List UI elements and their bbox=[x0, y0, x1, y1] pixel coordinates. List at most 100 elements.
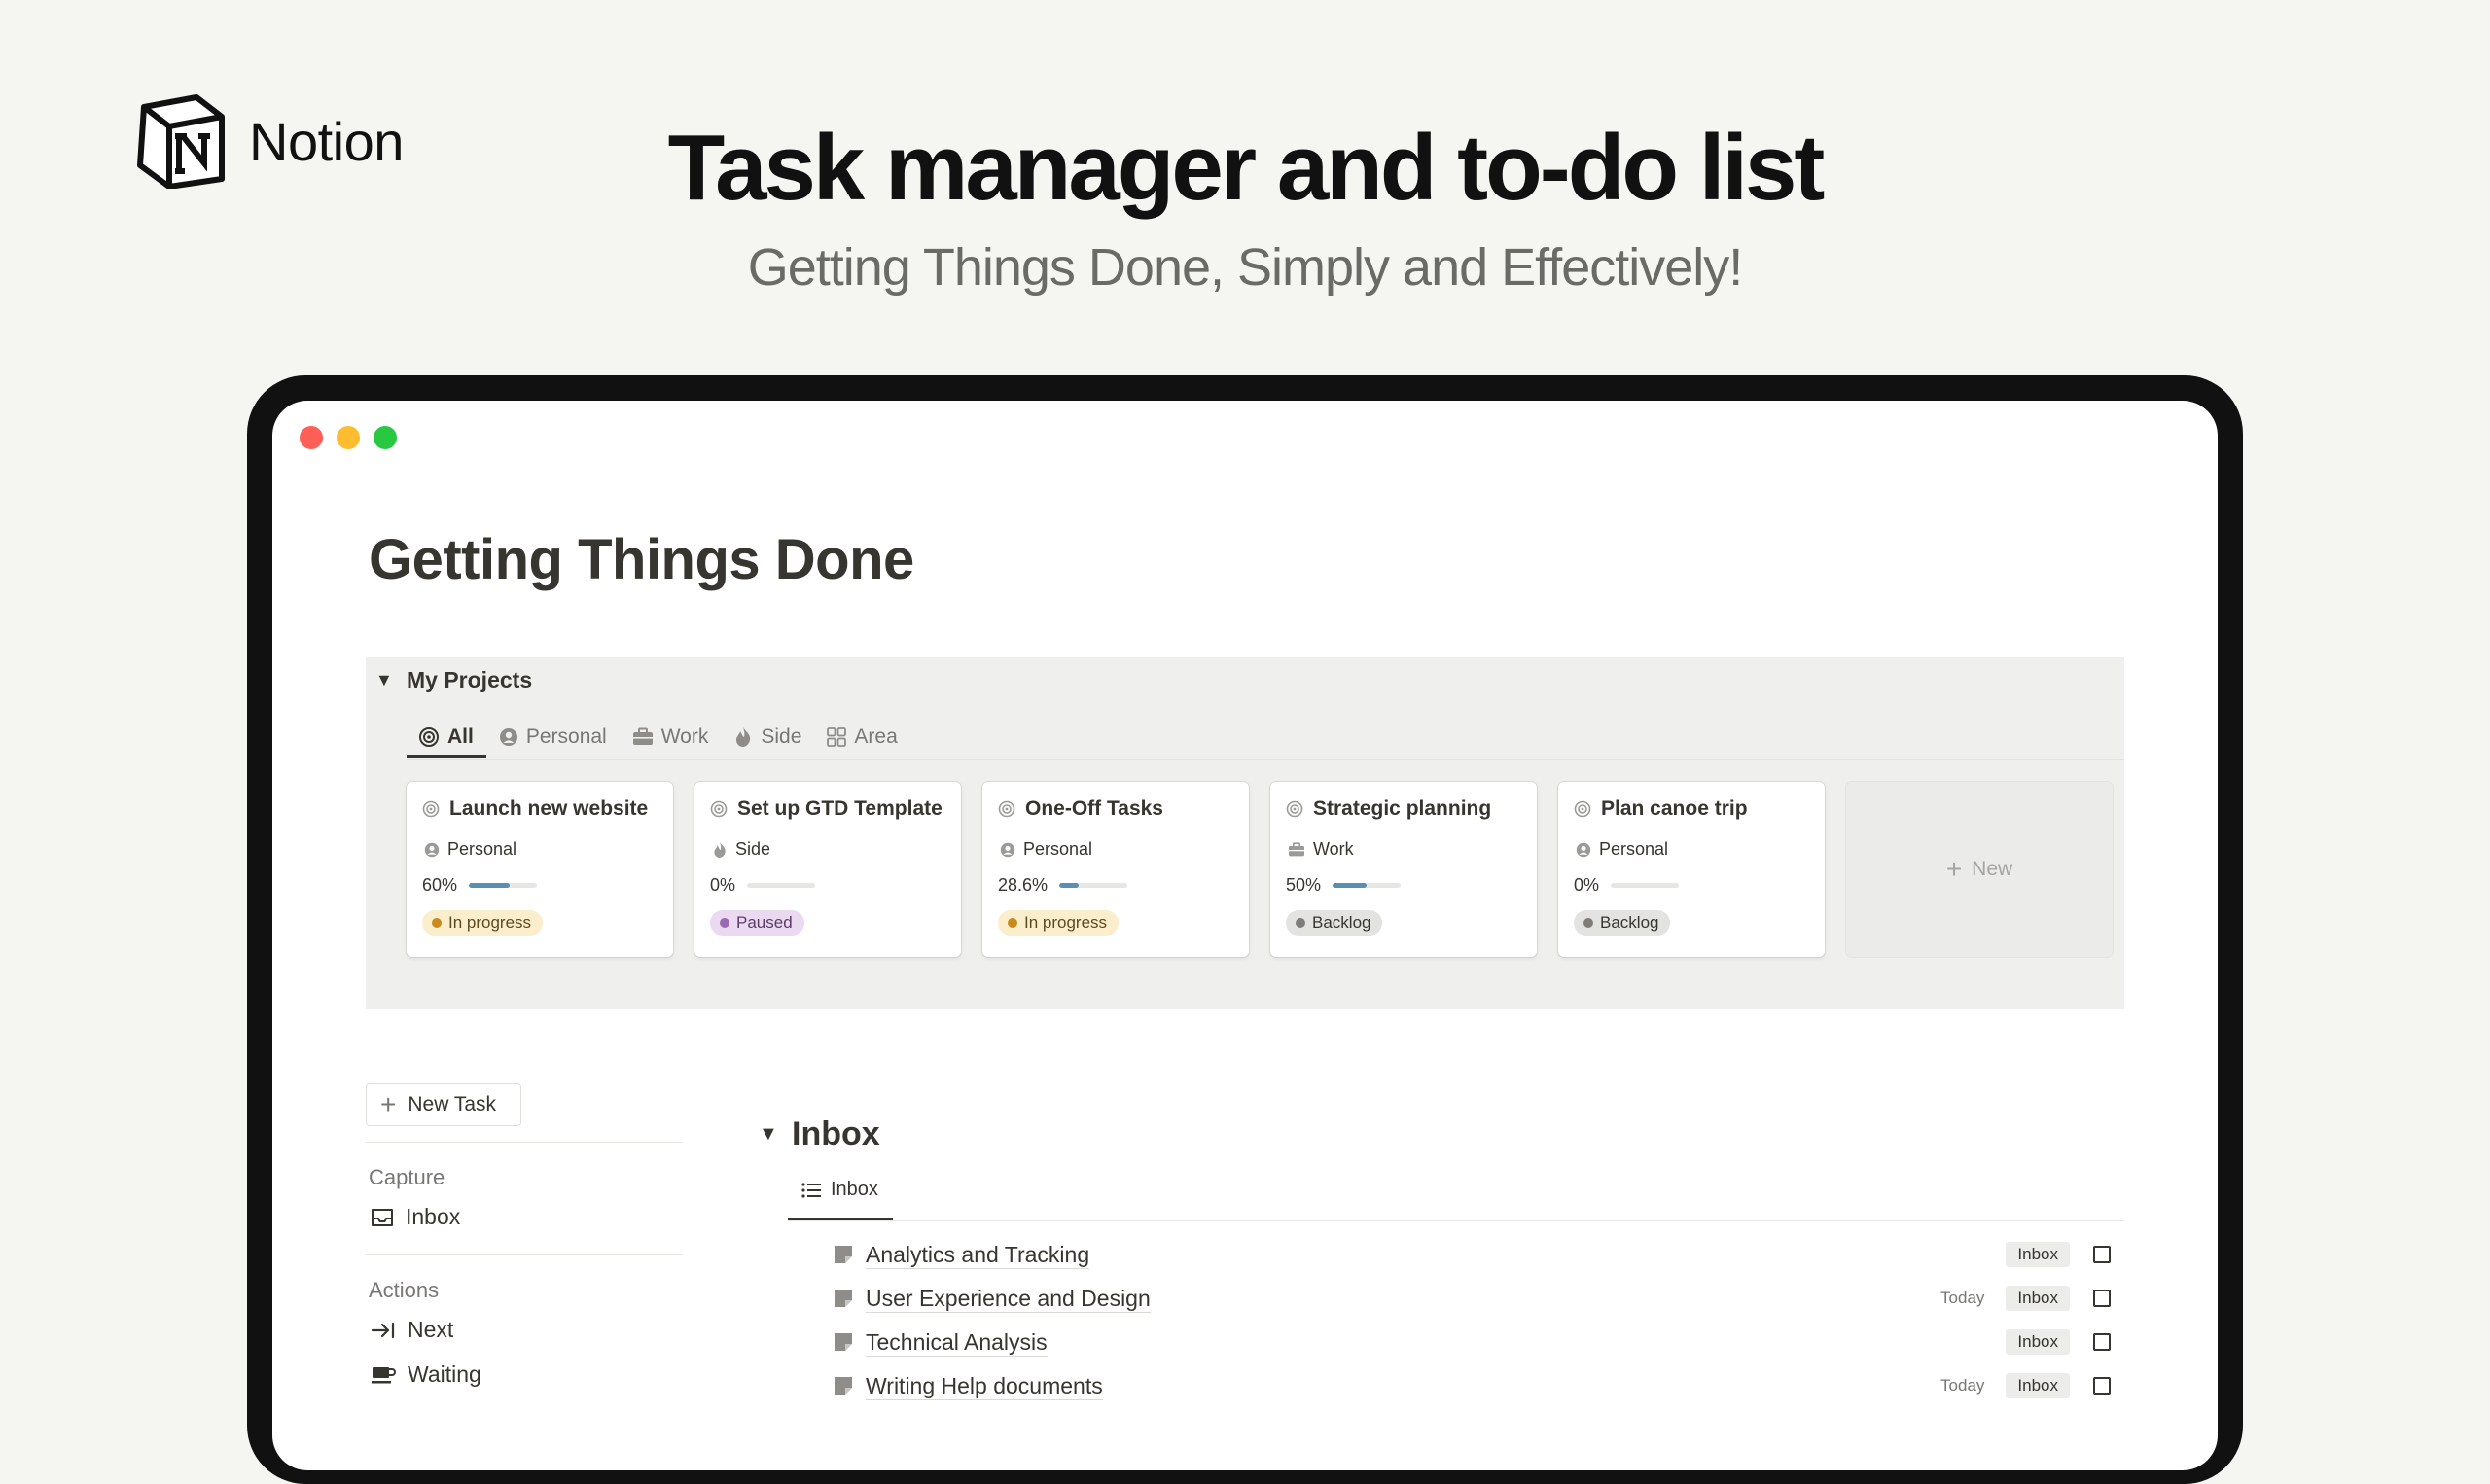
project-title-text: One-Off Tasks bbox=[1025, 797, 1163, 820]
project-card-set-up-gtd-template[interactable]: Set up GTD Template Side 0% Paused bbox=[694, 782, 961, 957]
close-window-button[interactable] bbox=[300, 426, 323, 449]
project-cards: Launch new website Personal 60% In progr… bbox=[407, 782, 2113, 957]
projects-toggle-block: ▼ My Projects All Personal Work Side Are… bbox=[366, 657, 2124, 1009]
status-text: In progress bbox=[1024, 913, 1108, 932]
task-name[interactable]: Analytics and Tracking bbox=[866, 1241, 1090, 1269]
project-area: Personal bbox=[424, 839, 516, 860]
task-row[interactable]: Technical Analysis Inbox bbox=[833, 1323, 2111, 1361]
coffee-cup-icon bbox=[372, 1366, 396, 1383]
projects-label: My Projects bbox=[407, 667, 533, 692]
minimize-window-button[interactable] bbox=[337, 426, 360, 449]
task-checkbox[interactable] bbox=[2093, 1290, 2111, 1307]
task-name[interactable]: Writing Help documents bbox=[866, 1372, 1103, 1400]
task-status-tag: Inbox bbox=[2006, 1242, 2070, 1267]
progress-text: 0% bbox=[710, 875, 736, 895]
project-progress: 50% bbox=[1286, 875, 1402, 896]
task-meta: Today Inbox bbox=[1940, 1373, 2111, 1398]
triangle-down-icon[interactable]: ▼ bbox=[375, 670, 395, 690]
sidebar-divider bbox=[366, 1254, 683, 1255]
new-task-label: New Task bbox=[408, 1093, 497, 1115]
sidebar-item-next[interactable]: Next bbox=[371, 1317, 453, 1343]
status-text: Backlog bbox=[1600, 913, 1659, 932]
inbox-view-tab[interactable]: Inbox bbox=[801, 1179, 878, 1201]
project-card-title: Strategic planning bbox=[1286, 797, 1491, 821]
tab-work[interactable]: Work bbox=[632, 718, 708, 757]
tab-all[interactable]: All bbox=[418, 718, 474, 757]
status-dot-icon bbox=[1008, 918, 1017, 928]
target-icon bbox=[1574, 800, 1591, 818]
project-card-plan-canoe-trip[interactable]: Plan canoe trip Personal 0% Backlog bbox=[1558, 782, 1825, 957]
status-badge: In progress bbox=[422, 910, 544, 936]
person-icon bbox=[1000, 842, 1015, 857]
flame-icon bbox=[736, 727, 751, 747]
window-controls bbox=[300, 426, 397, 449]
progress-text: 0% bbox=[1574, 875, 1600, 895]
task-status-tag: Inbox bbox=[2006, 1329, 2070, 1355]
progress-bar-fill bbox=[469, 883, 511, 888]
tab-personal[interactable]: Personal bbox=[499, 718, 607, 757]
project-title-text: Launch new website bbox=[449, 797, 649, 820]
task-row[interactable]: User Experience and Design Today Inbox bbox=[833, 1279, 2111, 1318]
triangle-down-icon[interactable]: ▼ bbox=[759, 1123, 778, 1146]
project-card-one-off-tasks[interactable]: One-Off Tasks Personal 28.6% In progress bbox=[982, 782, 1249, 957]
project-card-strategic-planning[interactable]: Strategic planning Work 50% Backlog bbox=[1270, 782, 1537, 957]
project-title-text: Set up GTD Template bbox=[737, 797, 943, 820]
task-date: Today bbox=[1940, 1376, 1985, 1395]
status-text: Backlog bbox=[1312, 913, 1371, 932]
task-name[interactable]: Technical Analysis bbox=[866, 1328, 1048, 1357]
progress-bar-fill bbox=[1059, 883, 1080, 888]
target-icon bbox=[419, 727, 439, 747]
project-progress: 0% bbox=[1574, 875, 1680, 896]
target-icon bbox=[422, 800, 440, 818]
new-task-button[interactable]: + New Task bbox=[366, 1083, 521, 1126]
projects-view-tabs: All Personal Work Side Area bbox=[418, 718, 898, 757]
project-area: Personal bbox=[1000, 839, 1092, 860]
project-status: Paused bbox=[710, 910, 804, 936]
sidebar-divider bbox=[366, 1142, 683, 1143]
progress-bar bbox=[1611, 883, 1680, 888]
project-area-text: Personal bbox=[447, 839, 517, 859]
sidebar-item-waiting[interactable]: Waiting bbox=[371, 1361, 481, 1388]
maximize-window-button[interactable] bbox=[374, 426, 397, 449]
task-name[interactable]: User Experience and Design bbox=[866, 1285, 1151, 1313]
hero-subtitle: Getting Things Done, Simply and Effectiv… bbox=[747, 238, 1744, 297]
page-title: Getting Things Done bbox=[369, 528, 914, 591]
task-row[interactable]: Writing Help documents Today Inbox bbox=[833, 1366, 2111, 1405]
status-dot-icon bbox=[1583, 918, 1593, 928]
arrow-to-line-icon bbox=[371, 1322, 395, 1338]
briefcase-icon bbox=[1289, 841, 1304, 856]
task-checkbox[interactable] bbox=[2093, 1333, 2111, 1351]
sidebar-item-inbox[interactable]: Inbox bbox=[371, 1204, 460, 1230]
project-status: Backlog bbox=[1574, 910, 1671, 936]
active-tab-indicator bbox=[407, 755, 486, 758]
project-area-text: Work bbox=[1313, 839, 1354, 859]
task-checkbox[interactable] bbox=[2093, 1246, 2111, 1263]
tab-side[interactable]: Side bbox=[733, 718, 801, 757]
flame-icon bbox=[714, 841, 726, 858]
project-card-launch-new-website[interactable]: Launch new website Personal 60% In progr… bbox=[407, 782, 673, 957]
progress-text: 28.6% bbox=[998, 875, 1049, 895]
task-row[interactable]: Analytics and Tracking Inbox bbox=[833, 1235, 2111, 1274]
project-card-title: Set up GTD Template bbox=[710, 797, 943, 821]
sidebar-item-waiting-label: Waiting bbox=[408, 1361, 481, 1387]
task-meta: Today Inbox bbox=[1940, 1286, 2111, 1311]
status-badge: Backlog bbox=[1286, 910, 1383, 936]
task-status-tag: Inbox bbox=[2006, 1373, 2070, 1398]
task-checkbox[interactable] bbox=[2093, 1377, 2111, 1395]
hero-title: Task manager and to-do list bbox=[667, 116, 1826, 220]
status-badge: Backlog bbox=[1574, 910, 1671, 936]
project-card-title: Launch new website bbox=[422, 797, 648, 821]
page-icon bbox=[835, 1246, 852, 1263]
tab-area[interactable]: Area bbox=[827, 718, 898, 757]
progress-bar bbox=[1333, 883, 1402, 888]
task-meta: Inbox bbox=[1984, 1242, 2111, 1267]
projects-toggle[interactable]: ▼ My Projects bbox=[375, 667, 532, 693]
status-dot-icon bbox=[432, 918, 442, 928]
inbox-divider bbox=[788, 1220, 2124, 1221]
page-icon bbox=[835, 1377, 852, 1395]
inbox-toggle[interactable]: ▼ Inbox bbox=[759, 1115, 880, 1153]
new-project-button[interactable]: + New bbox=[1846, 782, 2113, 957]
page-icon bbox=[835, 1290, 852, 1307]
status-text: In progress bbox=[448, 913, 532, 932]
person-icon bbox=[424, 842, 440, 857]
